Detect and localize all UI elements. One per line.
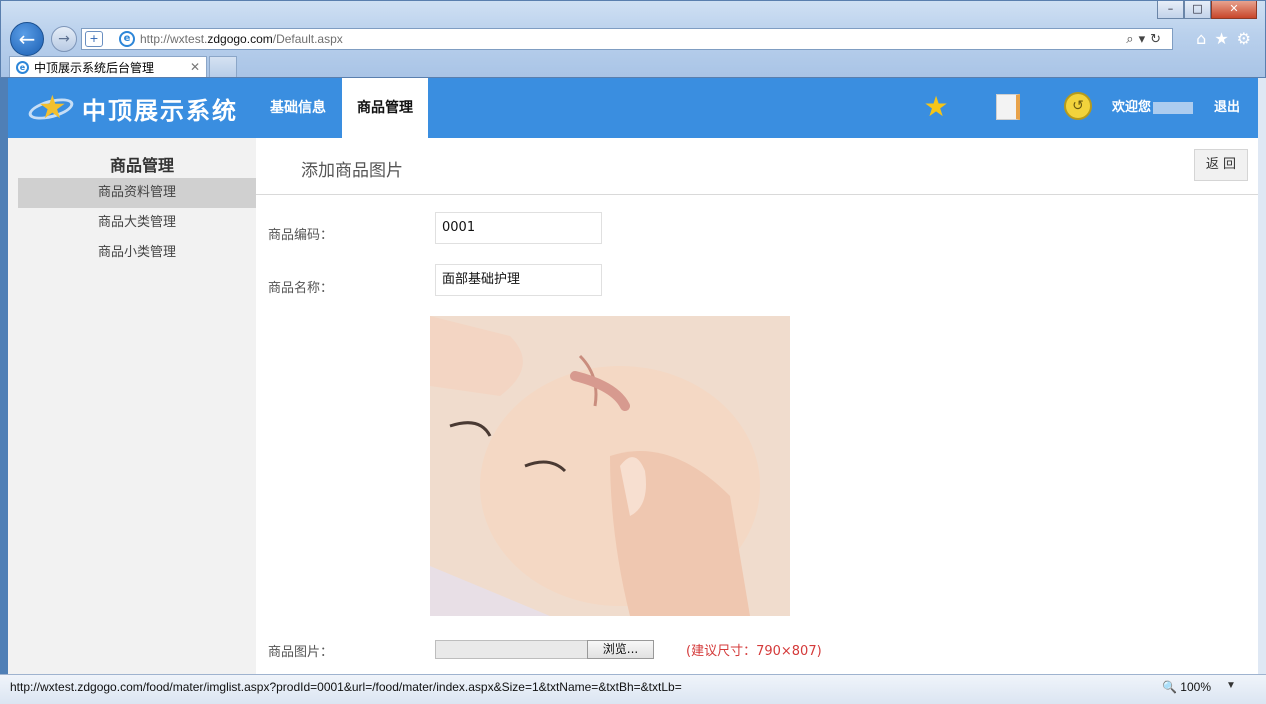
new-tab-button[interactable]: [209, 56, 237, 77]
top-navbar: ★ 中顶展示系统 基础信息 商品管理 ★ ↺ 欢迎您 退出: [8, 78, 1258, 138]
tab-close-icon[interactable]: ✕: [190, 60, 200, 74]
history-clock-icon[interactable]: ↺: [1064, 92, 1092, 120]
sidebar: 商品管理 商品资料管理 商品大类管理 商品小类管理: [8, 138, 256, 674]
close-window-icon[interactable]: ✕: [1211, 1, 1257, 19]
logo-star-icon: ★: [26, 86, 76, 130]
favorites-star-icon[interactable]: ★: [921, 92, 951, 122]
welcome-text: 欢迎您: [1112, 78, 1194, 138]
favorites-star-icon[interactable]: ★: [1214, 29, 1228, 48]
product-code-label: 商品编码：: [268, 228, 334, 243]
address-url[interactable]: http://wxtest.zdgogo.com/Default.aspx: [140, 32, 343, 46]
address-bar[interactable]: + e http://wxtest.zdgogo.com/Default.asp…: [81, 28, 1173, 50]
logo[interactable]: ★ 中顶展示系统: [26, 86, 238, 130]
zoom-level[interactable]: 🔍 100%: [1162, 680, 1211, 694]
product-name-field[interactable]: 面部基础护理: [435, 264, 602, 296]
notebook-icon[interactable]: [996, 94, 1020, 120]
zoom-dropdown-icon[interactable]: ▼: [1226, 680, 1236, 691]
search-refresh-icon[interactable]: ⌕▾↻: [1126, 32, 1166, 47]
product-code-field[interactable]: 0001: [435, 212, 602, 244]
ie-page-icon: e: [119, 31, 135, 47]
forward-arrow-icon[interactable]: →: [51, 26, 77, 52]
maximize-icon[interactable]: □: [1184, 1, 1211, 19]
back-arrow-icon[interactable]: ←: [10, 22, 44, 56]
status-url: http://wxtest.zdgogo.com/food/mater/imgl…: [10, 680, 682, 694]
app-name: 中顶展示系统: [82, 96, 238, 125]
shield-icon[interactable]: +: [85, 31, 103, 47]
browser-tab[interactable]: e 中顶展示系统后台管理 ✕: [9, 56, 207, 77]
sidebar-item-product-info[interactable]: 商品资料管理: [18, 178, 256, 208]
file-path-input[interactable]: [435, 640, 588, 659]
sidebar-title: 商品管理: [109, 156, 174, 175]
minimize-icon[interactable]: –: [1157, 1, 1184, 19]
sidebar-item-subcategory[interactable]: 商品小类管理: [18, 238, 256, 268]
product-name-label: 商品名称：: [268, 281, 334, 296]
main-content: 添加商品图片 返 回 商品编码： 0001 商品名称： 面部基础护理 商品图片：…: [256, 138, 1258, 674]
sidebar-item-category[interactable]: 商品大类管理: [18, 208, 256, 238]
divider: [256, 194, 1258, 195]
browser-toolbar-icons: ⌂ ★ ⚙: [1196, 29, 1251, 48]
browser-chrome: – □ ✕ ← → + e http://wxtest.zdgogo.com/D…: [0, 0, 1266, 78]
web-page: ★ 中顶展示系统 基础信息 商品管理 ★ ↺ 欢迎您 退出 商品管理 商品资料管…: [8, 78, 1258, 674]
size-hint: (建议尺寸：790×807): [686, 644, 822, 659]
home-icon[interactable]: ⌂: [1196, 29, 1206, 48]
product-image-preview: [430, 316, 790, 616]
ie-tab-icon: e: [16, 60, 29, 74]
browse-button[interactable]: 浏览...: [587, 640, 654, 659]
page-title: 添加商品图片: [301, 161, 403, 181]
window-controls: – □ ✕: [1157, 1, 1257, 19]
menu-basic-info[interactable]: 基础信息: [262, 78, 334, 138]
status-bar: http://wxtest.zdgogo.com/food/mater/imgl…: [0, 674, 1266, 704]
gear-icon[interactable]: ⚙: [1237, 29, 1251, 48]
logout-link[interactable]: 退出: [1214, 78, 1240, 138]
tab-title: 中顶展示系统后台管理: [34, 60, 155, 75]
back-button[interactable]: 返 回: [1194, 149, 1248, 181]
page-right-edge: [1258, 78, 1266, 674]
menu-goods-management[interactable]: 商品管理: [342, 78, 428, 138]
username-blurred: [1153, 102, 1194, 114]
product-image-label: 商品图片：: [268, 645, 334, 660]
zoom-magnifier-icon: 🔍: [1162, 680, 1177, 694]
